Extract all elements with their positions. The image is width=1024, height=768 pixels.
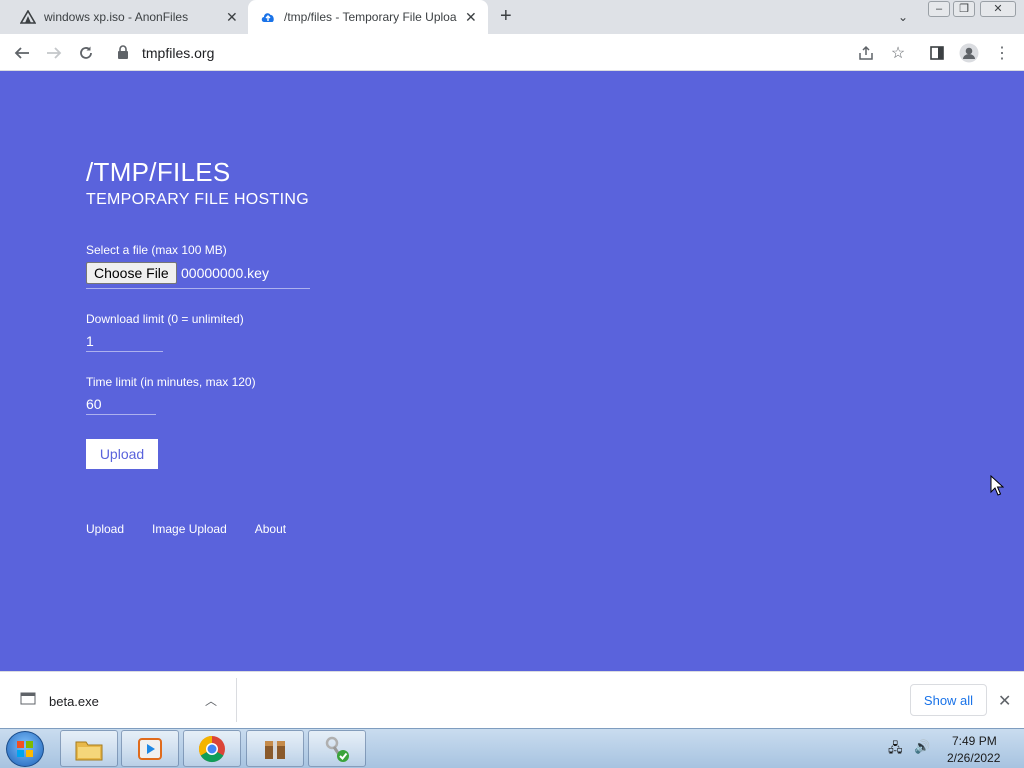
clock-date[interactable]: 2/26/2022 <box>947 751 1000 765</box>
footer-link-upload[interactable]: Upload <box>86 522 124 536</box>
tab-title: /tmp/files - Temporary File Uploa <box>284 10 457 24</box>
download-limit-label: Download limit (0 = unlimited) <box>86 312 244 326</box>
show-all-button[interactable]: Show all <box>910 684 987 716</box>
volume-icon[interactable]: 🔊 <box>914 739 930 755</box>
chevron-up-icon[interactable]: ︿ <box>205 692 217 709</box>
file-label: Select a file (max 100 MB) <box>86 243 227 257</box>
chrome-icon[interactable] <box>183 730 241 767</box>
kebab-menu-icon[interactable]: ⋮ <box>991 42 1013 64</box>
close-window-button[interactable]: ✕ <box>980 1 1016 17</box>
file-icon <box>20 692 36 705</box>
keys-icon[interactable] <box>308 730 366 767</box>
browser-toolbar: tmpfiles.org ☆ ⋮ <box>0 34 1024 71</box>
star-icon[interactable]: ☆ <box>887 42 909 64</box>
tab-tmpfiles[interactable]: /tmp/files - Temporary File Uploa ✕ <box>248 0 488 34</box>
anonfiles-icon <box>20 10 36 24</box>
restore-button[interactable]: ❐ <box>953 1 975 17</box>
lock-icon[interactable] <box>117 45 129 59</box>
download-limit-input[interactable] <box>86 330 163 352</box>
cloud-upload-icon <box>261 13 274 22</box>
address-bar[interactable]: tmpfiles.org <box>142 45 214 61</box>
time-limit-label: Time limit (in minutes, max 120) <box>86 375 256 389</box>
back-arrow-icon[interactable] <box>11 42 33 64</box>
archive-icon[interactable] <box>246 730 304 767</box>
forward-arrow-icon[interactable] <box>43 42 65 64</box>
tab-close-icon[interactable]: ✕ <box>226 9 238 26</box>
tab-strip: windows xp.iso - AnonFiles ✕ /tmp/files … <box>0 0 1024 34</box>
choose-file-button[interactable]: Choose File <box>86 262 177 284</box>
tab-anonfiles[interactable]: windows xp.iso - AnonFiles ✕ <box>8 0 246 34</box>
mouse-cursor-icon <box>990 475 1004 496</box>
share-icon[interactable] <box>855 42 877 64</box>
clock-time[interactable]: 7:49 PM <box>952 734 997 748</box>
divider <box>236 678 237 722</box>
close-icon[interactable]: ✕ <box>998 691 1011 711</box>
time-limit-input[interactable] <box>86 393 156 415</box>
reload-icon[interactable] <box>75 42 97 64</box>
footer-nav: Upload Image Upload About <box>86 522 314 536</box>
tab-close-icon[interactable]: ✕ <box>465 9 477 26</box>
tab-title: windows xp.iso - AnonFiles <box>44 10 189 24</box>
network-icon[interactable]: 🖧 <box>888 739 903 761</box>
footer-link-image-upload[interactable]: Image Upload <box>152 522 227 536</box>
start-button[interactable] <box>6 731 44 767</box>
page-content: /TMP/FILES TEMPORARY FILE HOSTING Select… <box>0 71 1024 671</box>
minimize-button[interactable]: – <box>928 1 950 17</box>
profile-avatar-icon[interactable] <box>958 42 980 64</box>
media-player-icon[interactable] <box>121 730 179 767</box>
windows-logo-icon <box>17 741 33 757</box>
taskbar: 🖧 🔊 7:49 PM 2/26/2022 <box>0 728 1024 768</box>
side-panel-icon[interactable] <box>926 42 948 64</box>
download-bar: beta.exe ︿ Show all ✕ <box>0 671 1024 728</box>
footer-link-about[interactable]: About <box>255 522 286 536</box>
chevron-down-icon[interactable]: ⌄ <box>898 10 908 24</box>
page-subtitle: TEMPORARY FILE HOSTING <box>86 191 309 208</box>
upload-button[interactable]: Upload <box>86 439 158 469</box>
selected-file-name: 00000000.key <box>181 265 269 281</box>
new-tab-button[interactable]: + <box>500 6 512 26</box>
explorer-icon[interactable] <box>60 730 118 767</box>
page-title: /TMP/FILES <box>86 157 231 187</box>
file-input[interactable]: Choose File 00000000.key <box>86 261 310 289</box>
download-file-name[interactable]: beta.exe <box>49 694 99 709</box>
